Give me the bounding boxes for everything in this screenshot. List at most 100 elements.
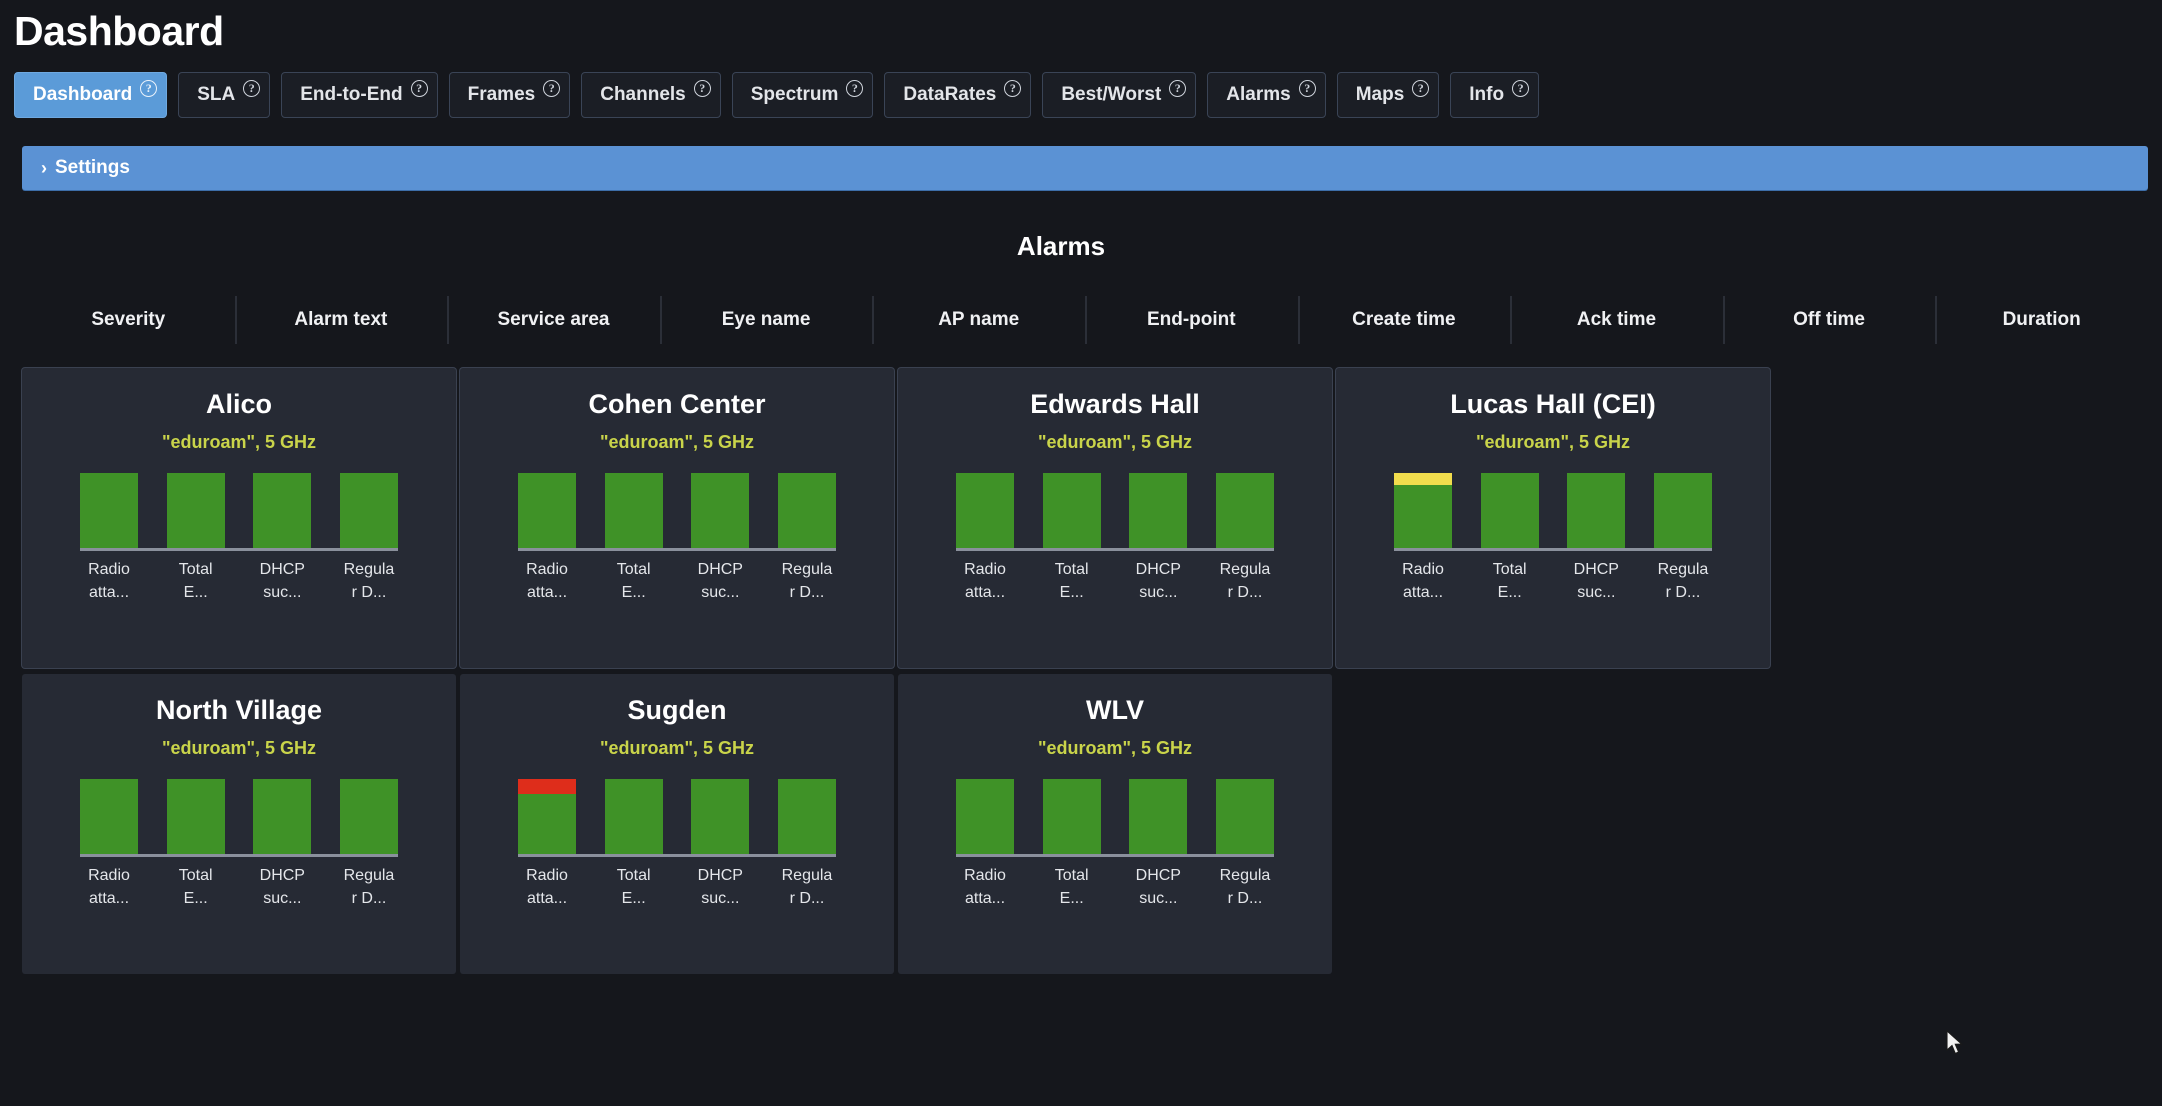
bar-label: Radio atta...	[80, 558, 138, 604]
kpi-bar[interactable]	[253, 473, 311, 548]
tab-sla[interactable]: SLA?	[178, 72, 270, 118]
bar-label: Radio atta...	[956, 558, 1014, 604]
alarm-column-header-ack-time[interactable]: Ack time	[1510, 294, 1723, 346]
help-circle-icon[interactable]: ?	[411, 80, 428, 97]
tab-label: Alarms	[1226, 84, 1290, 106]
alarm-column-header-end-point[interactable]: End-point	[1085, 294, 1298, 346]
kpi-bar[interactable]	[1129, 779, 1187, 854]
bar-segment-yellow	[1394, 473, 1452, 485]
bar-segment-green	[956, 779, 1014, 854]
service-area-card[interactable]: Alico"eduroam", 5 GHzRadio atta...Total …	[22, 368, 456, 668]
kpi-bar[interactable]	[80, 473, 138, 548]
help-circle-icon[interactable]: ?	[694, 80, 711, 97]
tab-maps[interactable]: Maps?	[1337, 72, 1440, 118]
kpi-bar[interactable]	[1129, 473, 1187, 548]
tab-alarms[interactable]: Alarms?	[1207, 72, 1325, 118]
tab-dashboard[interactable]: Dashboard?	[14, 72, 167, 118]
bar-label: Regula r D...	[778, 558, 836, 604]
bar-segment-green	[80, 473, 138, 548]
bar-label-row: Radio atta...Total E...DHCP suc...Regula…	[80, 558, 398, 604]
kpi-bar[interactable]	[518, 473, 576, 548]
kpi-bar[interactable]	[956, 473, 1014, 548]
kpi-bar-chart: Radio atta...Total E...DHCP suc...Regula…	[80, 779, 398, 910]
bar-segment-green	[1043, 473, 1101, 548]
kpi-bar[interactable]	[778, 779, 836, 854]
bar-label: Total E...	[1043, 864, 1101, 910]
kpi-bar[interactable]	[1216, 473, 1274, 548]
kpi-bar[interactable]	[1216, 779, 1274, 854]
help-circle-icon[interactable]: ?	[1169, 80, 1186, 97]
bar-segment-green	[340, 473, 398, 548]
kpi-bar[interactable]	[1394, 473, 1452, 548]
kpi-bar[interactable]	[778, 473, 836, 548]
kpi-bar[interactable]	[691, 779, 749, 854]
help-circle-icon[interactable]: ?	[140, 80, 157, 97]
service-area-card[interactable]: WLV"eduroam", 5 GHzRadio atta...Total E.…	[898, 674, 1332, 974]
tab-label: Dashboard	[33, 84, 132, 106]
tab-bar: Dashboard?SLA?End-to-End?Frames?Channels…	[0, 55, 2162, 118]
card-title: Sugden	[460, 696, 894, 726]
kpi-bar[interactable]	[80, 779, 138, 854]
kpi-bar[interactable]	[956, 779, 1014, 854]
help-circle-icon[interactable]: ?	[846, 80, 863, 97]
kpi-bar[interactable]	[167, 473, 225, 548]
kpi-bar[interactable]	[1567, 473, 1625, 548]
alarm-column-header-severity[interactable]: Severity	[22, 294, 235, 346]
bar-label: Radio atta...	[956, 864, 1014, 910]
tab-end-to-end[interactable]: End-to-End?	[281, 72, 437, 118]
tab-channels[interactable]: Channels?	[581, 72, 721, 118]
alarm-column-label: Service area	[497, 309, 609, 331]
bar-segment-green	[518, 473, 576, 548]
kpi-bar[interactable]	[1043, 779, 1101, 854]
tab-info[interactable]: Info?	[1450, 72, 1539, 118]
help-circle-icon[interactable]: ?	[543, 80, 560, 97]
kpi-bar[interactable]	[518, 779, 576, 854]
card-title: North Village	[22, 696, 456, 726]
bar-segment-green	[80, 779, 138, 854]
help-circle-icon[interactable]: ?	[1512, 80, 1529, 97]
bar-label: Total E...	[1481, 558, 1539, 604]
tab-frames[interactable]: Frames?	[449, 72, 571, 118]
bar-label: DHCP suc...	[253, 558, 311, 604]
alarm-column-header-duration[interactable]: Duration	[1935, 294, 2148, 346]
bar-label: Total E...	[605, 558, 663, 604]
bar-plot-area	[956, 779, 1274, 857]
kpi-bar[interactable]	[691, 473, 749, 548]
kpi-bar[interactable]	[1654, 473, 1712, 548]
kpi-bar[interactable]	[167, 779, 225, 854]
help-circle-icon[interactable]: ?	[1004, 80, 1021, 97]
kpi-bar[interactable]	[340, 779, 398, 854]
alarm-column-header-create-time[interactable]: Create time	[1298, 294, 1511, 346]
alarm-column-header-off-time[interactable]: Off time	[1723, 294, 1936, 346]
card-subtitle-ssid: "eduroam", 5 GHz	[22, 738, 456, 759]
kpi-bar[interactable]	[605, 473, 663, 548]
kpi-bar[interactable]	[605, 779, 663, 854]
service-area-card[interactable]: North Village "eduroam", 5 GHz Radio atta.…	[22, 674, 456, 974]
settings-panel-toggle[interactable]: › Settings	[22, 146, 2148, 190]
alarm-column-header-alarm-text[interactable]: Alarm text	[235, 294, 448, 346]
bar-label: DHCP suc...	[1567, 558, 1625, 604]
help-circle-icon[interactable]: ?	[1299, 80, 1316, 97]
tab-best-worst[interactable]: Best/Worst?	[1042, 72, 1196, 118]
page-title: Dashboard	[0, 0, 2162, 55]
help-circle-icon[interactable]: ?	[243, 80, 260, 97]
tab-spectrum[interactable]: Spectrum?	[732, 72, 874, 118]
kpi-bar[interactable]	[1481, 473, 1539, 548]
service-area-card[interactable]: Cohen Center"eduroam", 5 GHzRadio atta..…	[460, 368, 894, 668]
kpi-bar[interactable]	[340, 473, 398, 548]
alarm-column-header-ap-name[interactable]: AP name	[872, 294, 1085, 346]
service-area-card[interactable]: Lucas Hall (CEI)"eduroam", 5 GHzRadio at…	[1336, 368, 1770, 668]
tab-label: Maps	[1356, 84, 1405, 106]
bar-label: Regula r D...	[1654, 558, 1712, 604]
bar-label-row: Radio atta...Total E...DHCP suc...Regula…	[956, 558, 1274, 604]
kpi-bar[interactable]	[253, 779, 311, 854]
tab-datarates[interactable]: DataRates?	[884, 72, 1031, 118]
kpi-bar[interactable]	[1043, 473, 1101, 548]
bar-segment-green	[1216, 473, 1274, 548]
service-area-card[interactable]: Sugden"eduroam", 5 GHzRadio atta...Total…	[460, 674, 894, 974]
alarm-column-header-eye-name[interactable]: Eye name	[660, 294, 873, 346]
tab-label: End-to-End	[300, 84, 402, 106]
alarm-column-header-service-area[interactable]: Service area	[447, 294, 660, 346]
service-area-card[interactable]: Edwards Hall"eduroam", 5 GHzRadio atta..…	[898, 368, 1332, 668]
help-circle-icon[interactable]: ?	[1412, 80, 1429, 97]
